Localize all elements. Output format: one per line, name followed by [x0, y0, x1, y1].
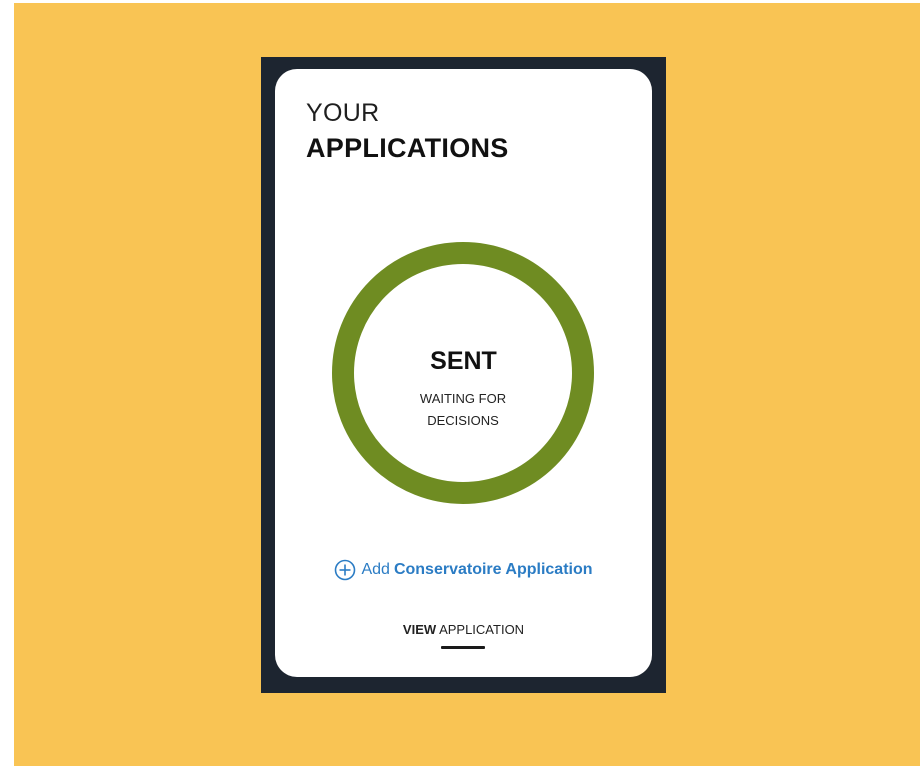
- view-label-rest: APPLICATION: [439, 622, 525, 637]
- view-label-strong: VIEW: [402, 622, 437, 637]
- page: YOUR APPLICATIONS SENT WAITING FOR DECIS…: [0, 0, 920, 766]
- view-application-button[interactable]: VIEW APPLICATION: [275, 622, 652, 637]
- page-title-prefix: YOUR: [306, 99, 380, 127]
- application-type-label: Conservatoire Application: [393, 561, 593, 578]
- status-description: WAITING FOR DECISIONS: [419, 391, 507, 428]
- applications-card: YOUR APPLICATIONS SENT WAITING FOR DECIS…: [275, 69, 652, 677]
- add-conservatoire-application-button[interactable]: Add Conservatoire Application: [275, 559, 652, 581]
- plus-circle-icon: [335, 559, 356, 581]
- page-title: APPLICATIONS: [306, 133, 509, 163]
- view-application-underline: [441, 646, 485, 649]
- status-label: SENT: [430, 347, 497, 375]
- add-label: Add: [361, 561, 390, 578]
